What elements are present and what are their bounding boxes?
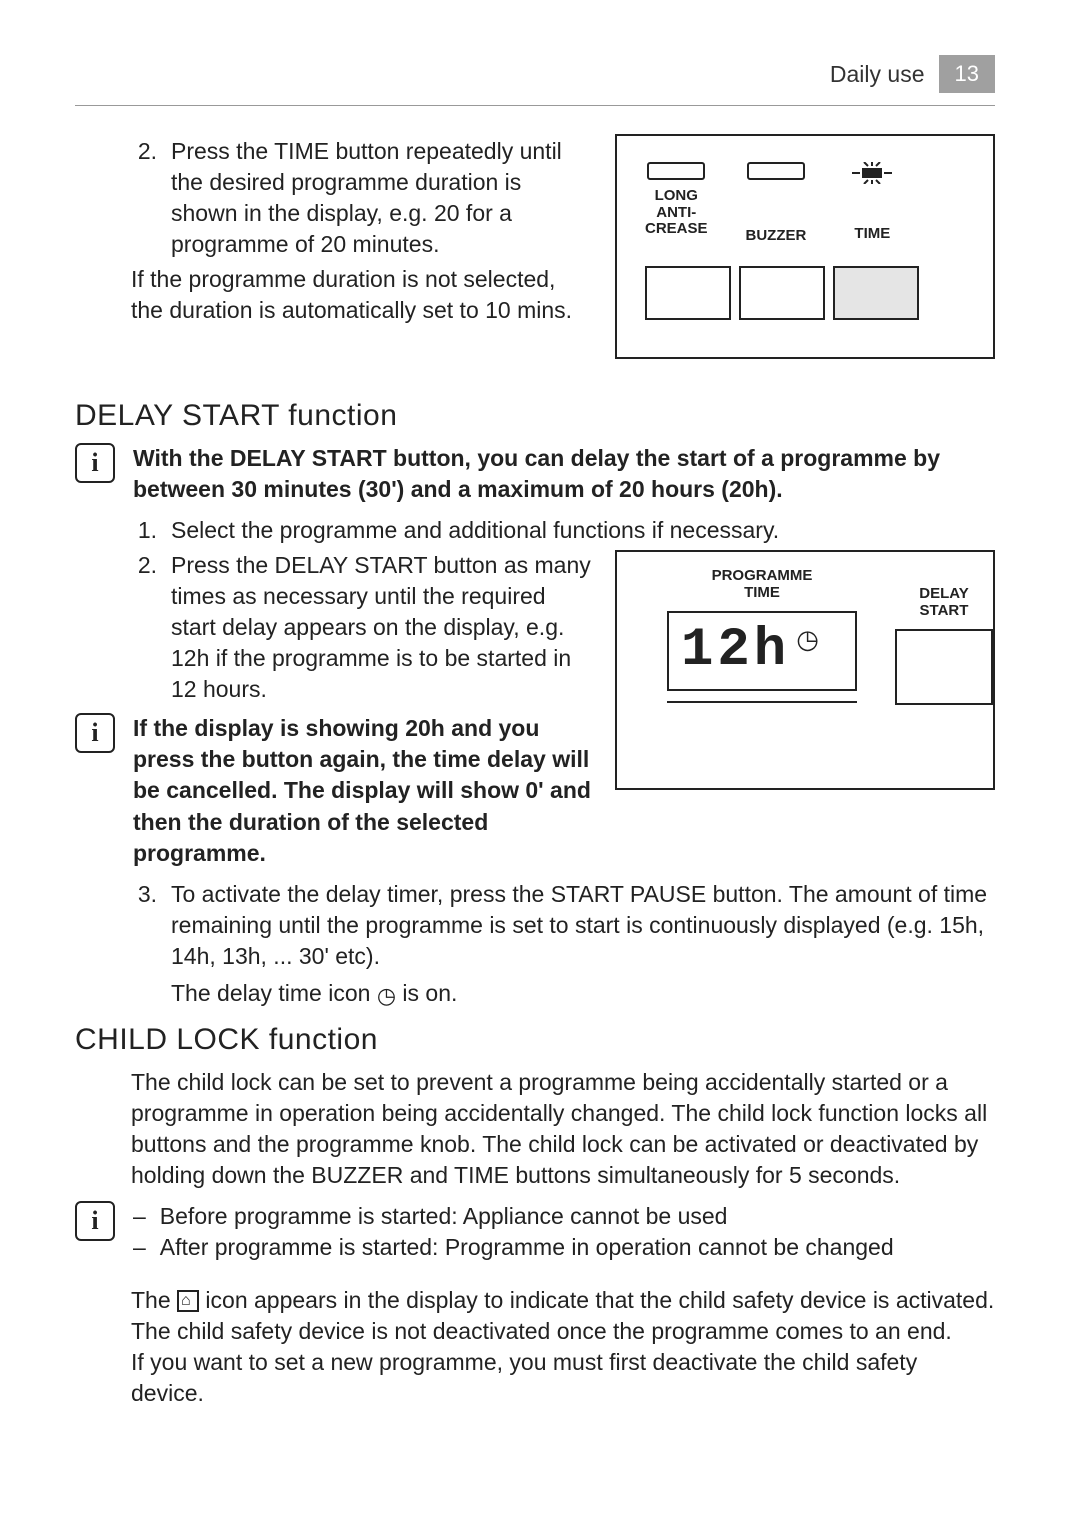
list-number: 1. (131, 515, 157, 546)
child-lock-heading: CHILD LOCK function (75, 1023, 995, 1057)
time-button-icon (844, 162, 900, 180)
list-number: 2. (131, 550, 157, 705)
child-lock-para-2: The icon appears in the display to indic… (131, 1285, 995, 1347)
delay-start-display (895, 629, 993, 705)
delay-start-heading: DELAY START function (75, 399, 995, 433)
buzzer-button-icon (747, 162, 805, 180)
info-icon: i (75, 443, 115, 483)
display-cell-active (833, 266, 919, 320)
child-lock-para-3: If you want to set a new programme, you … (131, 1347, 995, 1409)
header-section-label: Daily use (830, 61, 925, 88)
page-number: 13 (939, 55, 995, 93)
display-value: 12h (681, 624, 790, 678)
time-label: TIME (854, 226, 890, 243)
programme-time-label: PROGRAMMETIME (712, 568, 813, 601)
bullet-dash: – (133, 1232, 146, 1263)
programme-time-display: 12h ◷ (667, 611, 857, 691)
child-lock-bullet-2: After programme is started: Programme in… (160, 1232, 894, 1263)
display-cell (739, 266, 825, 320)
delay-step-2: Press the DELAY START button as many tim… (171, 550, 593, 705)
clock-icon: ◷ (796, 624, 819, 655)
step-2-note: If the programme duration is not selecte… (131, 264, 593, 326)
delay-step-3-sub: The delay time icon ◷ is on. (171, 978, 995, 1009)
step-2-block: 2. Press the TIME button repeatedly unti… (131, 134, 593, 359)
lock-icon (177, 1290, 199, 1312)
bullet-dash: – (133, 1201, 146, 1232)
buzzer-label: BUZZER (746, 228, 807, 245)
delay-step-1: Select the programme and additional func… (171, 515, 779, 546)
step-2-text: Press the TIME button repeatedly until t… (171, 136, 593, 260)
page-header: Daily use 13 (75, 55, 995, 106)
long-anti-crease-button-icon (647, 162, 705, 180)
control-panel-illustration-2: PROGRAMMETIME 12h ◷ DELAY START (615, 550, 995, 790)
child-lock-para: The child lock can be set to prevent a p… (131, 1067, 995, 1191)
delay-start-label: DELAY START (895, 586, 993, 619)
list-number: 2. (131, 136, 157, 260)
info-icon: i (75, 713, 115, 753)
long-anti-crease-label: LONGANTI-CREASE (645, 188, 708, 238)
display-cell (645, 266, 731, 320)
list-number: 3. (131, 879, 157, 972)
delay-start-info-2: If the display is showing 20h and you pr… (133, 713, 593, 868)
info-icon: i (75, 1201, 115, 1241)
control-panel-illustration-1: LONGANTI-CREASE BUZZER (615, 134, 995, 359)
delay-step-3: To activate the delay timer, press the S… (171, 879, 995, 972)
delay-start-info-1: With the DELAY START button, you can del… (133, 443, 995, 505)
child-lock-bullet-1: Before programme is started: Appliance c… (160, 1201, 728, 1232)
delay-clock-icon: ◷ (377, 981, 396, 1011)
